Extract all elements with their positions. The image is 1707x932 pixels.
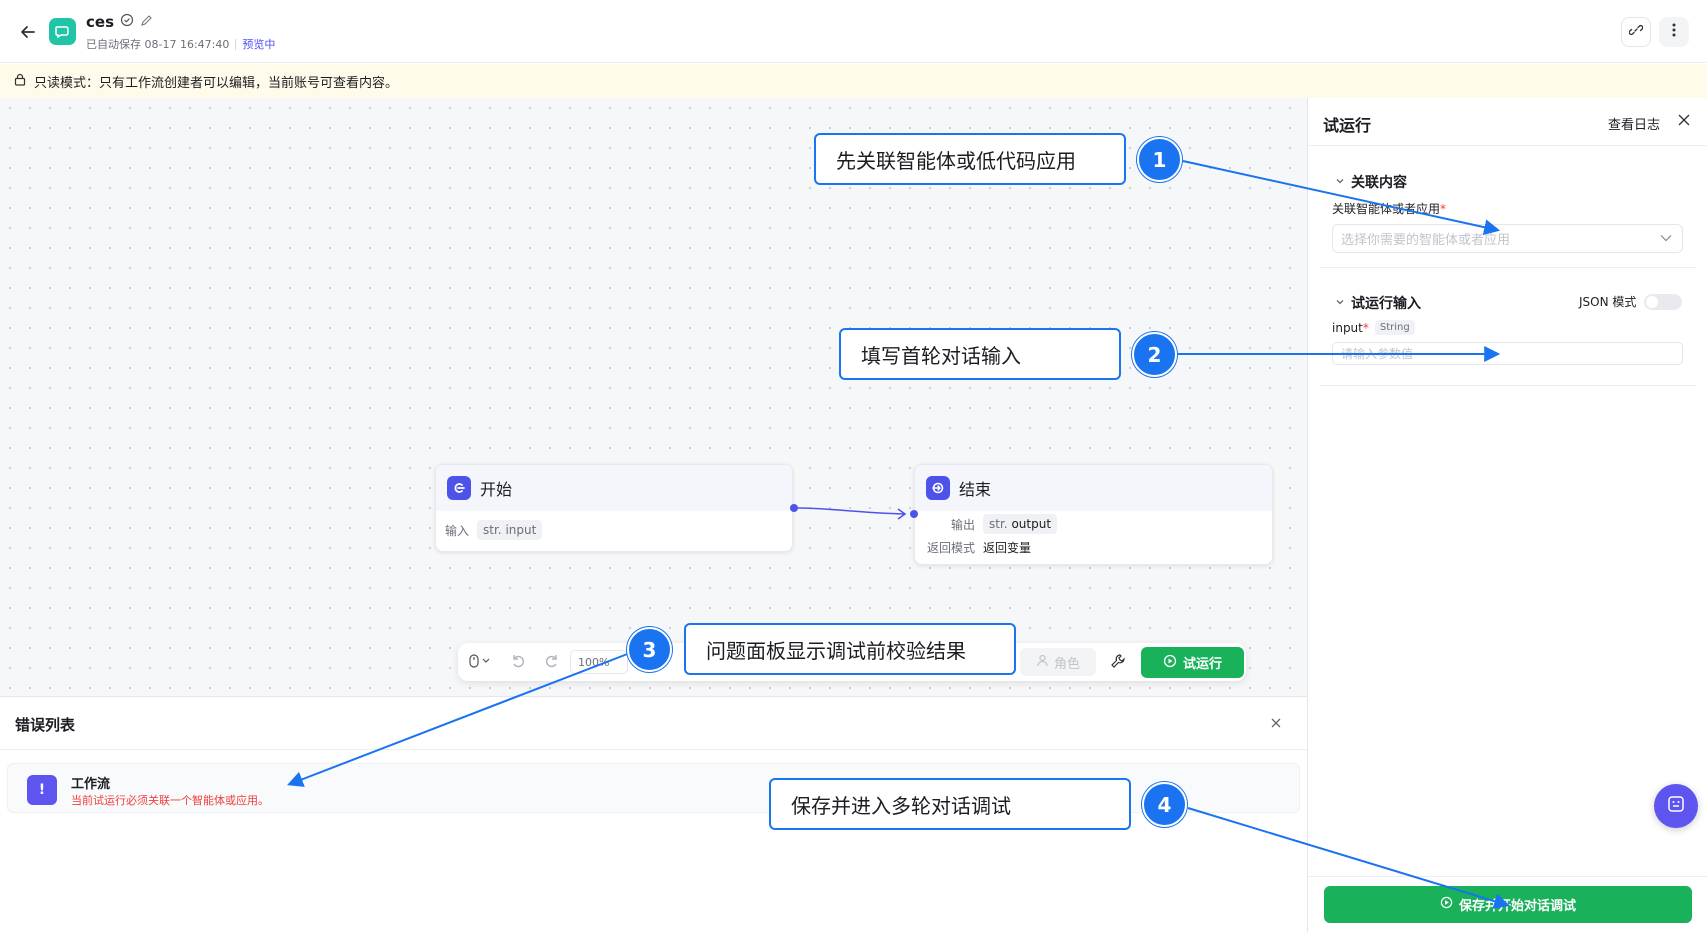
play-circle-icon — [1163, 654, 1177, 672]
undo-button[interactable] — [510, 652, 526, 672]
side-divider — [1320, 267, 1696, 268]
test-run-panel: 试运行 查看日志 关联内容 关联智能体或者应用* 选择你需要的智能体或者应用 试… — [1307, 98, 1707, 932]
workflow-title: ces — [86, 13, 114, 31]
chevron-down-icon — [1335, 295, 1345, 311]
test-run-label: 试运行 — [1182, 657, 1222, 672]
readonly-message: 只读模式：只有工作流创建者可以编辑，当前账号可查看内容。 — [34, 75, 399, 91]
callout-text-2: 填写首轮对话输入 — [861, 343, 1021, 368]
save-and-debug-button[interactable]: 保存并开始对话调试 — [1324, 886, 1692, 923]
error-divider — [0, 749, 1307, 750]
zoom-select[interactable]: 100% — [570, 650, 628, 674]
input-type-tag: String — [1374, 320, 1415, 335]
assoc-section-title: 关联内容 — [1351, 175, 1407, 191]
readonly-banner: 只读模式：只有工作流创建者可以编辑，当前账号可查看内容。 — [0, 64, 1707, 98]
mouse-mode-button[interactable] — [469, 652, 491, 672]
side-footer-divider — [1308, 876, 1707, 877]
role-button[interactable]: 角色 — [1020, 648, 1096, 676]
test-run-button[interactable]: 试运行 — [1141, 647, 1244, 678]
bot-icon — [1666, 794, 1686, 818]
callout-box-3: 问题面板显示调试前校验结果 — [684, 623, 1016, 675]
callout-number-3: 3 — [627, 627, 672, 672]
redo-button[interactable] — [544, 652, 560, 672]
callout-text-4: 保存并进入多轮对话调试 — [791, 793, 1011, 818]
link-icon — [1628, 23, 1644, 41]
required-mark: * — [1440, 202, 1447, 216]
user-icon — [1036, 654, 1049, 671]
meta-divider — [235, 38, 237, 50]
side-divider — [1308, 145, 1707, 146]
assoc-label-text: 关联智能体或者应用 — [1332, 202, 1441, 216]
redo-icon — [544, 653, 560, 672]
callout-text-3: 问题面板显示调试前校验结果 — [706, 638, 966, 663]
json-mode-switch[interactable] — [1644, 293, 1683, 310]
input-field-label: input* String — [1332, 320, 1415, 335]
lock-icon — [14, 73, 26, 90]
input-section-header[interactable]: 试运行输入 — [1335, 293, 1421, 313]
header: ces 已自动保存 08-17 16:47:40 预览中 — [0, 0, 1707, 63]
undo-icon — [510, 653, 526, 672]
assoc-field-label: 关联智能体或者应用* — [1332, 200, 1446, 217]
json-mode-label: JSON 模式 — [1579, 295, 1637, 309]
app-chat-icon — [49, 18, 76, 45]
callout-box-2: 填写首轮对话输入 — [839, 328, 1121, 380]
play-circle-icon — [1440, 896, 1453, 913]
autosave-status: 已自动保存 08-17 16:47:40 — [86, 38, 230, 51]
required-mark: * — [1362, 320, 1369, 335]
error-badge-icon: ! — [27, 775, 57, 805]
verified-check-icon — [120, 13, 134, 31]
callout-text-1: 先关联智能体或低代码应用 — [836, 148, 1076, 173]
edit-pencil-icon[interactable] — [140, 14, 153, 31]
wrench-icon — [1110, 653, 1126, 672]
tools-button[interactable] — [1110, 652, 1126, 672]
error-item-title: 工作流 — [71, 777, 111, 792]
callout-box-1: 先关联智能体或低代码应用 — [814, 133, 1126, 185]
role-label: 角色 — [1053, 656, 1080, 672]
test-run-title: 试运行 — [1323, 116, 1372, 135]
workflow-canvas[interactable]: 开始 输入 str. input 结束 输出 str. output 返回模式 … — [0, 98, 1307, 696]
back-arrow-icon[interactable] — [18, 22, 38, 42]
close-icon[interactable] — [1678, 111, 1690, 130]
share-link-button[interactable] — [1621, 17, 1651, 47]
assoc-placeholder: 选择你需要的智能体或者应用 — [1341, 233, 1511, 248]
callout-number-4: 4 — [1142, 782, 1187, 827]
input-placeholder: 请输入参数值 — [1341, 347, 1414, 361]
error-item-message: 当前试运行必须关联一个智能体或应用。 — [71, 794, 269, 807]
callout-box-4: 保存并进入多轮对话调试 — [769, 778, 1131, 830]
close-icon[interactable] — [1270, 714, 1282, 733]
node-connection — [790, 504, 918, 520]
chevron-down-icon — [1335, 174, 1345, 190]
view-log-link[interactable]: 查看日志 — [1608, 114, 1660, 133]
more-vertical-icon — [1672, 23, 1676, 41]
assistant-fab[interactable] — [1654, 784, 1698, 828]
mouse-icon — [469, 653, 491, 671]
error-list-title: 错误列表 — [15, 716, 76, 734]
save-and-debug-label: 保存并开始对话调试 — [1458, 899, 1576, 914]
chevron-down-icon — [1660, 232, 1672, 247]
preview-badge: 预览中 — [242, 38, 276, 51]
input-value-field[interactable]: 请输入参数值 — [1332, 342, 1683, 365]
input-param-name: input — [1332, 320, 1363, 335]
callout-number-2: 2 — [1132, 332, 1177, 377]
assoc-section-header[interactable]: 关联内容 — [1335, 172, 1407, 192]
callout-number-1: 1 — [1137, 137, 1182, 182]
assoc-select[interactable]: 选择你需要的智能体或者应用 — [1332, 224, 1683, 253]
side-divider — [1320, 385, 1696, 386]
zoom-value: 100% — [578, 655, 610, 669]
json-mode-toggle[interactable]: JSON 模式 — [1579, 293, 1683, 310]
more-menu-button[interactable] — [1659, 17, 1689, 47]
input-section-title: 试运行输入 — [1351, 296, 1421, 312]
